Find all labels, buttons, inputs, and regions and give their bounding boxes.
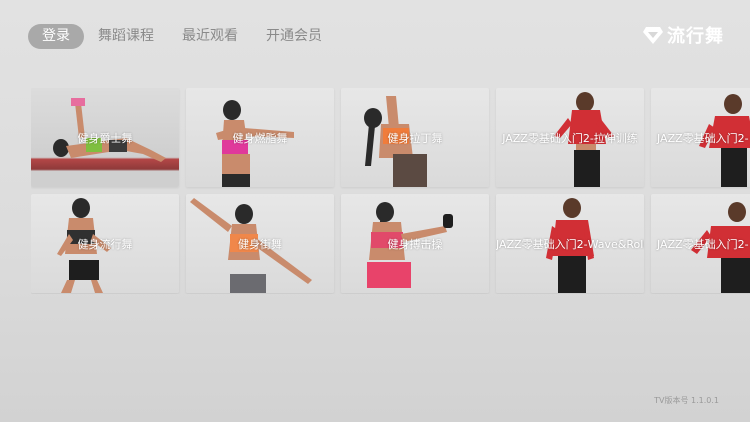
course-card-jazz-basic-wave[interactable]: JAZZ零基础入门2-Wave&Roll <box>496 194 644 293</box>
course-card-pop-fitness[interactable]: 健身流行舞 <box>31 194 179 293</box>
course-title: JAZZ零基础入门2-拉伸训练 <box>502 131 638 145</box>
course-card-latin-fitness[interactable]: 健身拉丁舞 <box>341 88 489 187</box>
course-card-jazz-basic-stretch[interactable]: JAZZ零基础入门2-拉伸训练 <box>496 88 644 187</box>
course-card-street-dance-fitness[interactable]: 健身街舞 <box>186 194 334 293</box>
course-title: JAZZ零基础入门2-Wave&Roll <box>496 237 644 251</box>
course-card-jazz-fitness[interactable]: 健身爵士舞 <box>31 88 179 187</box>
course-card-jazz-basic-partial[interactable]: JAZZ零基础入门2- <box>651 88 750 187</box>
course-title: 健身拉丁舞 <box>387 131 443 145</box>
brand-name: 流行舞 <box>667 26 724 47</box>
nav-recently-watched[interactable]: 最近观看 <box>182 24 238 49</box>
course-grid: 健身爵士舞 健身燃脂舞 健身拉丁舞 JAZZ零基础入门2-拉伸训练 JAZZ零基… <box>31 88 750 294</box>
nav-login[interactable]: 登录 <box>28 24 84 49</box>
version-label: TV版本号 1.1.0.1 <box>654 396 719 405</box>
course-title: 健身街舞 <box>238 237 282 251</box>
brand-logo: 流行舞 <box>642 22 724 48</box>
course-card-kickboxing[interactable]: 健身搏击操 <box>341 194 489 293</box>
course-title: 健身搏击操 <box>387 237 443 251</box>
diamond-logo-icon <box>643 27 663 44</box>
nav-open-membership[interactable]: 开通会员 <box>266 24 322 49</box>
course-card-fat-burning[interactable]: 健身燃脂舞 <box>186 88 334 187</box>
course-title: 健身燃脂舞 <box>232 131 288 145</box>
course-title: 健身爵士舞 <box>77 131 133 145</box>
course-title: 健身流行舞 <box>77 237 133 251</box>
nav-dance-courses[interactable]: 舞蹈课程 <box>98 24 154 49</box>
top-navigation: 登录 舞蹈课程 最近观看 开通会员 <box>28 24 350 49</box>
course-title: JAZZ零基础入门2- <box>657 131 749 145</box>
course-title: JAZZ零基础入门2- <box>657 237 749 251</box>
course-card-jazz-basic-partial-2[interactable]: JAZZ零基础入门2- <box>651 194 750 293</box>
